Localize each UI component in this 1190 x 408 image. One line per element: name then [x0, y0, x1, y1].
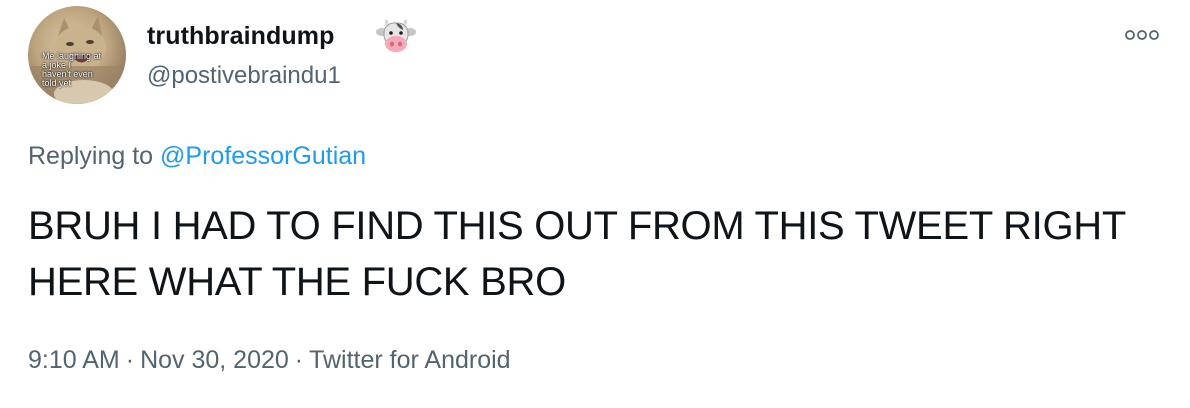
meta-separator: ·	[294, 346, 304, 374]
avatar[interactable]: Me laughing at a joke I haven't even tol…	[28, 6, 126, 104]
tweet-source[interactable]: Twitter for Android	[309, 346, 510, 374]
tweet-date[interactable]: Nov 30, 2020	[140, 346, 289, 374]
more-options-icon[interactable]	[1124, 28, 1160, 42]
tweet-card: Me laughing at a joke I haven't even tol…	[0, 0, 1190, 408]
cow-face-icon	[376, 19, 416, 52]
replying-to: Replying to @ProfessorGutian	[28, 142, 366, 171]
tweet-meta: 9:10 AM · Nov 30, 2020 · Twitter for Android	[28, 346, 511, 375]
meta-separator: ·	[125, 346, 135, 374]
avatar-caption: Me laughing at a joke I haven't even tol…	[42, 51, 102, 88]
user-handle[interactable]: @postivebraindu1	[147, 62, 341, 90]
display-name[interactable]: truthbraindump	[147, 22, 334, 51]
mention-link[interactable]: @ProfessorGutian	[160, 142, 366, 170]
replying-to-label: Replying to	[28, 142, 154, 170]
tweet-time[interactable]: 9:10 AM	[28, 346, 120, 374]
tweet-text: BRUH I HAD TO FIND THIS OUT FROM THIS TW…	[28, 204, 1126, 304]
